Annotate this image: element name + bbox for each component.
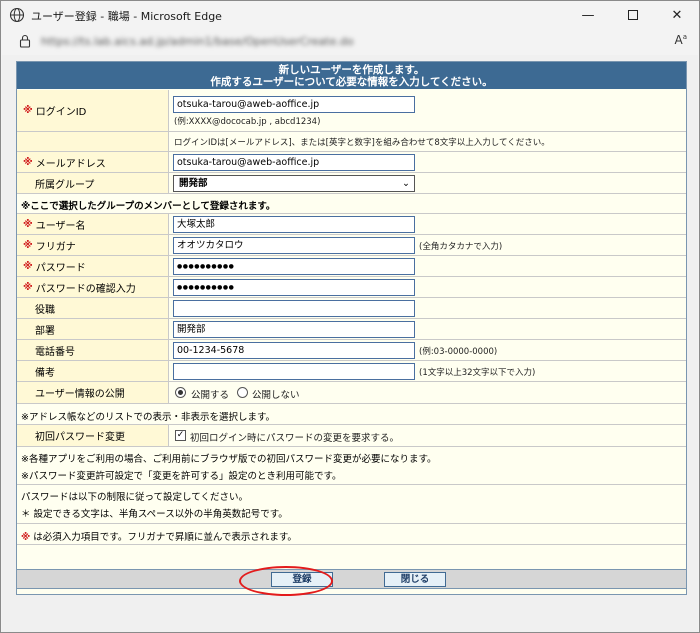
- user-name-row: ※ ユーザー名 大塚太郎: [17, 214, 686, 235]
- password-confirm-row: ※ パスワードの確認入力 ●●●●●●●●●●: [17, 277, 686, 298]
- address-bar: https://ts.lab.aics.ad.jp/admin1/base/Op…: [1, 29, 699, 55]
- phone-label: 電話番号: [35, 346, 75, 358]
- initial-password-label: 初回パスワード変更: [35, 432, 125, 443]
- position-input[interactable]: [173, 300, 415, 317]
- password-confirm-input[interactable]: ●●●●●●●●●●: [173, 279, 415, 296]
- button-bar: 登録 閉じる: [16, 569, 687, 589]
- group-note: ※ここで選択したグループのメンバーとして登録されます。: [21, 201, 276, 212]
- header-line2: 作成するユーザーについて必要な情報を入力してください。: [210, 76, 493, 88]
- chevron-down-icon: ⌄: [402, 178, 410, 189]
- remarks-row: 備考 (1文字以上32文字以下で入力): [17, 361, 686, 382]
- password-label: パスワード: [35, 262, 86, 274]
- publish-label: ユーザー情報の公開: [35, 389, 125, 400]
- group-row: 所属グループ 開発部 ⌄: [17, 173, 686, 194]
- remarks-label: 備考: [35, 367, 55, 379]
- login-id-example: (例:XXXX@dococab.jp , abcd1234): [174, 117, 321, 127]
- minimize-button[interactable]: —: [566, 1, 610, 29]
- department-input[interactable]: 開発部: [173, 321, 415, 338]
- user-create-form: 新しいユーザーを作成します。 作成するユーザーについて必要な情報を入力してくださ…: [16, 61, 687, 595]
- login-id-input[interactable]: otsuka-tarou@aweb-aoffice.jp: [173, 96, 415, 113]
- group-label: 所属グループ: [35, 179, 95, 191]
- close-icon: ✕: [671, 7, 683, 23]
- publish-row: ユーザー情報の公開 公開する 公開しない: [17, 382, 686, 404]
- maximize-icon: [628, 10, 638, 20]
- user-name-label: ユーザー名: [35, 220, 86, 232]
- required-mark: ※: [23, 239, 33, 251]
- maximize-button[interactable]: [611, 1, 655, 29]
- header-line1: 新しいユーザーを作成します。: [278, 64, 425, 76]
- app-note-2: ※パスワード変更許可設定で「変更を許可する」設定のとき利用可能です。: [21, 471, 342, 482]
- required-mark: ※: [23, 105, 33, 116]
- remarks-hint: (1文字以上32文字以下で入力): [419, 368, 536, 378]
- password-rule-row: パスワードは以下の制限に従って設定してください。 ＊ 設定できる文字は、半角スペ…: [17, 485, 686, 524]
- position-row: 役職: [17, 298, 686, 319]
- email-row: ※ メールアドレス otsuka-tarou@aweb-aoffice.jp: [17, 152, 686, 173]
- furigana-hint: (全角カタカナで入力): [419, 242, 503, 252]
- highlight-circle: [239, 566, 333, 596]
- required-mark: ※: [23, 156, 33, 168]
- close-window-button[interactable]: ✕: [655, 1, 699, 29]
- close-button[interactable]: 閉じる: [384, 572, 446, 587]
- password-input[interactable]: ●●●●●●●●●●: [173, 258, 415, 275]
- group-note-row: ※ここで選択したグループのメンバーとして登録されます。: [17, 194, 686, 214]
- department-row: 部署 開発部: [17, 319, 686, 340]
- window-title: ユーザー登録 - 職場 - Microsoft Edge: [31, 10, 222, 23]
- browser-window: ユーザー登録 - 職場 - Microsoft Edge — ✕ https:/…: [0, 0, 700, 633]
- required-note: は必須入力項目です。フリガナで昇順に並んで表示されます。: [33, 532, 297, 543]
- furigana-input[interactable]: オオツカタロウ: [173, 237, 415, 254]
- required-mark: ※: [23, 281, 33, 293]
- phone-hint: (例:03-0000-0000): [419, 347, 498, 357]
- required-mark: ※: [21, 532, 31, 543]
- app-note-row: ※各種アプリをご利用の場合、ご利用前にブラウザ版での初回パスワード変更が必要にな…: [17, 447, 686, 485]
- password-confirm-label: パスワードの確認入力: [35, 283, 136, 295]
- publish-note: ※アドレス帳などのリストでの表示・非表示を選択します。: [21, 412, 276, 423]
- publish-public-radio[interactable]: [175, 387, 186, 398]
- form-header: 新しいユーザーを作成します。 作成するユーザーについて必要な情報を入力してくださ…: [17, 62, 686, 89]
- password-rule-1: パスワードは以下の制限に従って設定してください。: [21, 492, 248, 503]
- initial-password-row: 初回パスワード変更 ✓ 初回ログイン時にパスワードの変更を要求する。: [17, 425, 686, 447]
- initial-password-check-label[interactable]: 初回ログイン時にパスワードの変更を要求する。: [190, 430, 399, 444]
- required-mark: ※: [23, 260, 33, 272]
- lock-icon: [19, 34, 31, 48]
- password-row: ※ パスワード ●●●●●●●●●●: [17, 256, 686, 277]
- url-field[interactable]: https://ts.lab.aics.ad.jp/admin1/base/Op…: [41, 35, 354, 48]
- minimize-icon: —: [581, 7, 595, 23]
- title-bar: ユーザー登録 - 職場 - Microsoft Edge — ✕: [1, 1, 699, 29]
- publish-note-row: ※アドレス帳などのリストでの表示・非表示を選択します。: [17, 404, 686, 425]
- login-note: ログインIDは[メールアドレス]、または[英字と数字]を組み合わせて8文字以上入…: [174, 138, 550, 148]
- group-select[interactable]: 開発部 ⌄: [173, 175, 415, 192]
- user-name-input[interactable]: 大塚太郎: [173, 216, 415, 233]
- phone-row: 電話番号 00-1234-5678 (例:03-0000-0000): [17, 340, 686, 361]
- position-label: 役職: [35, 304, 55, 316]
- password-rule-2: ＊ 設定できる文字は、半角スペース以外の半角英数記号です。: [21, 509, 288, 520]
- globe-icon: [9, 7, 25, 23]
- publish-private-label[interactable]: 公開しない: [252, 387, 300, 401]
- read-aloud-icon[interactable]: Aa: [674, 33, 687, 47]
- email-label: メールアドレス: [35, 158, 106, 170]
- login-id-row: ※ ログインID otsuka-tarou@aweb-aoffice.jp (例:…: [17, 90, 686, 132]
- remarks-input[interactable]: [173, 363, 415, 380]
- page-content: 新しいユーザーを作成します。 作成するユーザーについて必要な情報を入力してくださ…: [2, 55, 698, 632]
- department-label: 部署: [35, 325, 55, 337]
- publish-private-radio[interactable]: [237, 387, 248, 398]
- required-note-row: ※ は必須入力項目です。フリガナで昇順に並んで表示されます。: [17, 524, 686, 545]
- publish-public-label[interactable]: 公開する: [191, 387, 229, 401]
- app-note-1: ※各種アプリをご利用の場合、ご利用前にブラウザ版での初回パスワード変更が必要にな…: [21, 454, 437, 465]
- initial-password-checkbox[interactable]: ✓: [175, 430, 186, 441]
- phone-input[interactable]: 00-1234-5678: [173, 342, 415, 359]
- login-id-label: ログインID: [35, 107, 87, 118]
- login-note-row: ログインIDは[メールアドレス]、または[英字と数字]を組み合わせて8文字以上入…: [17, 132, 686, 152]
- email-input[interactable]: otsuka-tarou@aweb-aoffice.jp: [173, 154, 415, 171]
- required-mark: ※: [23, 218, 33, 230]
- furigana-row: ※ フリガナ オオツカタロウ (全角カタカナで入力): [17, 235, 686, 256]
- group-select-value: 開発部: [179, 178, 208, 189]
- furigana-label: フリガナ: [35, 241, 76, 253]
